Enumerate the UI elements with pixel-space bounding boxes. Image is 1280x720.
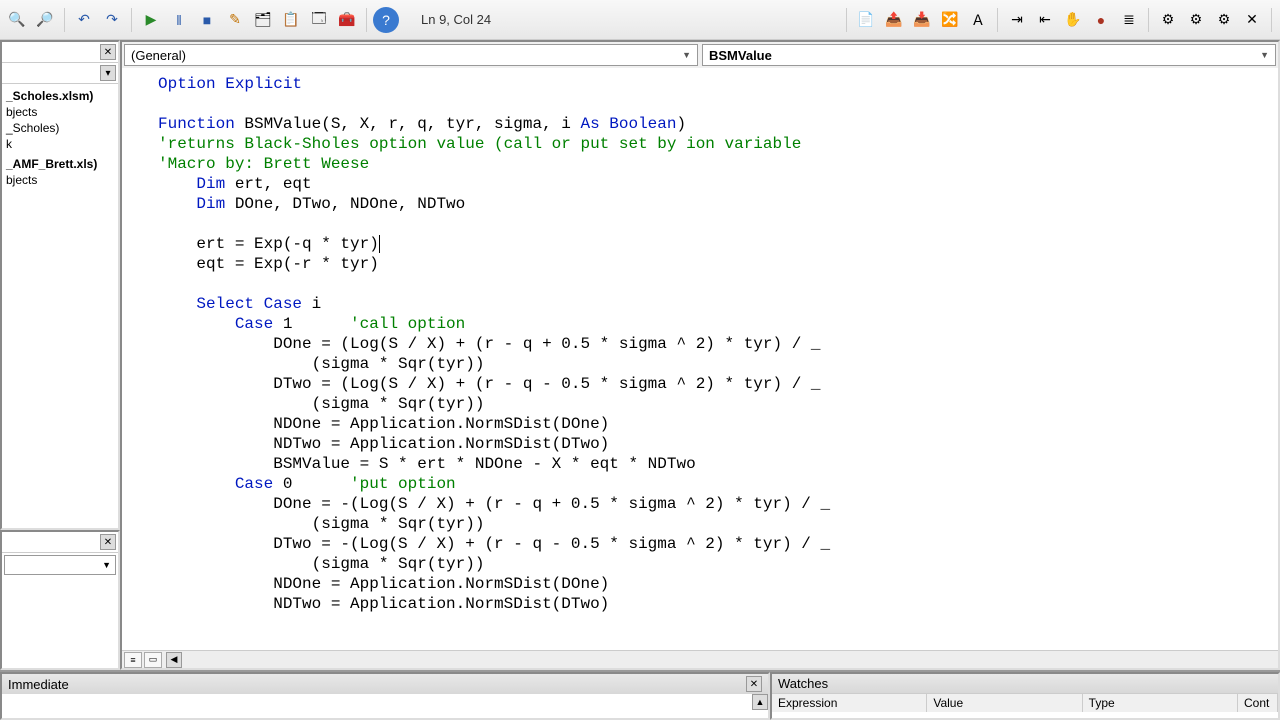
breakpoint-icon[interactable]: ●	[1088, 7, 1114, 33]
full-module-view-icon[interactable]: ▭	[144, 652, 162, 668]
project-tree[interactable]: _Scholes.xlsm) bjects _Scholes) k _AMF_B…	[2, 84, 118, 528]
toolbar-separator	[997, 8, 998, 32]
project-explorer: ✕ ▾ _Scholes.xlsm) bjects _Scholes) k _A…	[0, 40, 120, 530]
code-editor[interactable]: Option Explicit Function BSMValue(S, X, …	[122, 68, 1278, 650]
horizontal-scrollbar[interactable]: ≡ ▭ ◀	[122, 650, 1278, 668]
tree-item[interactable]: _AMF_Brett.xls)	[2, 156, 118, 172]
immediate-title: Immediate	[8, 677, 69, 692]
main-toolbar: 🔍 🔎 ↶ ↷ ▶ ‖ ■ ✎ 🗂 📋 🗔 🧰 ? Ln 9, Col 24 📄…	[0, 0, 1280, 40]
scroll-left-icon[interactable]: ◀	[166, 652, 182, 668]
cursor-position-label: Ln 9, Col 24	[413, 12, 499, 27]
run-icon[interactable]: ▶	[138, 7, 164, 33]
watches-title: Watches	[778, 676, 828, 691]
stop-icon[interactable]: ■	[194, 7, 220, 33]
watch-col-context[interactable]: Cont	[1238, 694, 1278, 712]
code-window: (General) ▼ BSMValue ▼ Option Explicit F…	[120, 40, 1280, 670]
watches-header-row: Expression Value Type Cont	[772, 693, 1278, 712]
tree-item[interactable]: bjects	[2, 172, 118, 188]
undo-icon[interactable]: ↶	[71, 7, 97, 33]
watch-col-type[interactable]: Type	[1083, 694, 1238, 712]
chevron-down-icon: ▼	[682, 50, 691, 60]
toolbar-separator	[846, 8, 847, 32]
help-icon[interactable]: ?	[373, 7, 399, 33]
watches-window: Watches Expression Value Type Cont	[770, 672, 1280, 720]
findnext-icon[interactable]: 🔎	[32, 7, 58, 33]
project-explorer-icon[interactable]: 🗂	[250, 7, 276, 33]
outdent-icon[interactable]: ⇤	[1032, 7, 1058, 33]
tree-item[interactable]: k	[2, 136, 118, 152]
design-mode-icon[interactable]: ✎	[222, 7, 248, 33]
toolbar-separator	[1148, 8, 1149, 32]
properties-icon[interactable]: 📋	[278, 7, 304, 33]
toolbar-separator	[366, 8, 367, 32]
procedure-view-icon[interactable]: ≡	[124, 652, 142, 668]
tree-item[interactable]: _Scholes.xlsm)	[2, 88, 118, 104]
object-browser-icon[interactable]: 🗔	[306, 7, 332, 33]
indent-icon[interactable]: ⇥	[1004, 7, 1030, 33]
bookmark-clear-icon[interactable]: ✕	[1239, 7, 1265, 33]
bookmark-3-icon[interactable]: ⚙	[1211, 7, 1237, 33]
scroll-up-icon[interactable]: ▲	[752, 694, 768, 710]
object-dropdown-value: (General)	[131, 48, 186, 63]
toolbar-separator	[64, 8, 65, 32]
immediate-input[interactable]: ▲	[2, 694, 768, 718]
close-icon[interactable]: ✕	[100, 534, 116, 550]
properties-object-dropdown[interactable]: ▼	[4, 555, 116, 575]
bookmark-2-icon[interactable]: ⚙	[1183, 7, 1209, 33]
bookmark-1-icon[interactable]: ⚙	[1155, 7, 1181, 33]
edit-tool-3-icon[interactable]: 📥	[909, 7, 935, 33]
tree-item[interactable]: _Scholes)	[2, 120, 118, 136]
hand-icon[interactable]: ✋	[1060, 7, 1086, 33]
close-icon[interactable]: ✕	[746, 676, 762, 692]
procedure-dropdown[interactable]: BSMValue ▼	[702, 44, 1276, 66]
toolbar-separator	[1271, 8, 1272, 32]
redo-icon[interactable]: ↷	[99, 7, 125, 33]
edit-tool-2-icon[interactable]: 📤	[881, 7, 907, 33]
object-dropdown[interactable]: (General) ▼	[124, 44, 698, 66]
toolbox-icon[interactable]: 🧰	[334, 7, 360, 33]
toggle-folders-icon[interactable]: ▾	[100, 65, 116, 81]
edit-tool-4-icon[interactable]: 🔀	[937, 7, 963, 33]
edit-tool-1-icon[interactable]: 📄	[853, 7, 879, 33]
toolbar-separator	[131, 8, 132, 32]
break-icon[interactable]: ‖	[166, 7, 192, 33]
chevron-down-icon: ▼	[1260, 50, 1269, 60]
watch-col-expression[interactable]: Expression	[772, 694, 927, 712]
procedure-dropdown-value: BSMValue	[709, 48, 772, 63]
edit-tool-5-icon[interactable]: Ａ	[965, 7, 991, 33]
immediate-window: Immediate ✕ ▲	[0, 672, 770, 720]
find-icon[interactable]: 🔍	[4, 7, 30, 33]
properties-pane: ✕ ▼	[0, 530, 120, 670]
close-icon[interactable]: ✕	[100, 44, 116, 60]
watch-col-value[interactable]: Value	[927, 694, 1082, 712]
comment-icon[interactable]: ≣	[1116, 7, 1142, 33]
tree-item[interactable]: bjects	[2, 104, 118, 120]
